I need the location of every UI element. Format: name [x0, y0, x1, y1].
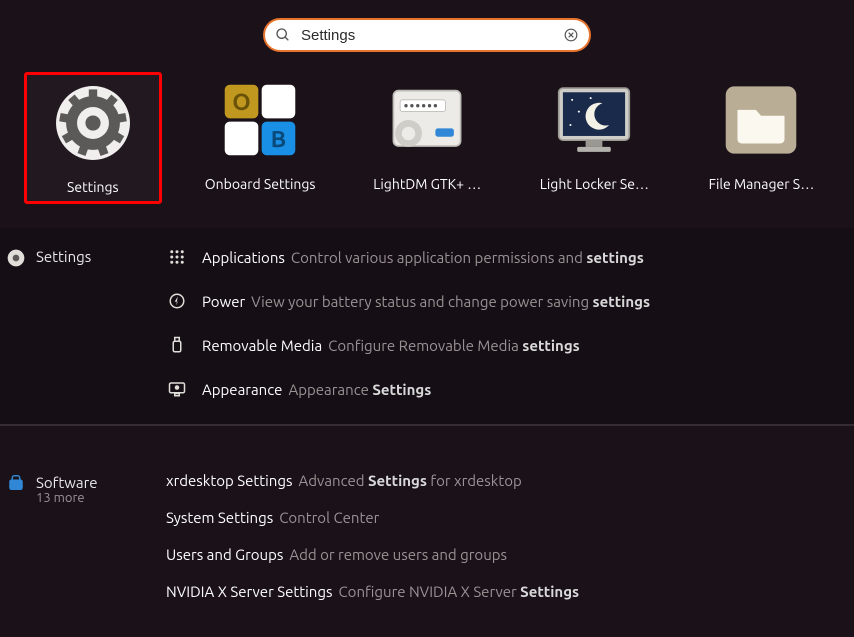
result-text: AppearanceAppearance Settings [202, 381, 431, 398]
result-system-settings[interactable]: System SettingsControl Center [166, 509, 854, 526]
app-label: Light Locker Se… [540, 176, 649, 192]
app-label: Settings [67, 179, 119, 195]
app-lightdm-gtk[interactable]: LightDM GTK+ … [359, 72, 496, 204]
result-power[interactable]: PowerView your battery status and change… [166, 290, 854, 312]
svg-text:O: O [232, 89, 251, 115]
grid-icon [166, 246, 188, 268]
result-text: Users and GroupsAdd or remove users and … [166, 546, 507, 563]
power-icon [166, 290, 188, 312]
settings-results: Settings ApplicationsControl various app… [0, 228, 854, 424]
result-text: Removable MediaConfigure Removable Media… [202, 337, 580, 354]
result-users-groups[interactable]: Users and GroupsAdd or remove users and … [166, 546, 854, 563]
svg-text:B: B [271, 126, 287, 152]
software-results: Software 13 more xrdesktop SettingsAdvan… [0, 426, 854, 620]
app-label: Onboard Settings [205, 176, 316, 192]
search-icon [275, 27, 291, 43]
app-file-manager-settings[interactable]: File Manager S… [693, 72, 830, 204]
result-appearance[interactable]: AppearanceAppearance Settings [166, 378, 854, 400]
section-title: Settings [36, 248, 91, 265]
clear-icon[interactable] [563, 27, 579, 43]
search-input[interactable] [301, 27, 553, 44]
app-label: File Manager S… [709, 176, 815, 192]
section-header-software[interactable]: Software 13 more [0, 472, 166, 600]
result-text: xrdesktop SettingsAdvanced Settings for … [166, 472, 522, 489]
usb-icon [166, 334, 188, 356]
result-text: System SettingsControl Center [166, 509, 379, 526]
app-light-locker[interactable]: Light Locker Se… [526, 72, 663, 204]
result-xrdesktop[interactable]: xrdesktop SettingsAdvanced Settings for … [166, 472, 854, 489]
result-applications[interactable]: ApplicationsControl various application … [166, 246, 854, 268]
folder-icon [719, 78, 803, 162]
section-subtitle: 13 more [36, 491, 98, 505]
login-settings-icon [385, 78, 469, 162]
search-bar[interactable] [263, 18, 591, 52]
app-onboard-settings[interactable]: O B Onboard Settings [192, 72, 329, 204]
app-settings[interactable]: Settings [24, 72, 162, 204]
gear-icon [51, 81, 135, 165]
gear-icon [6, 248, 26, 268]
result-removable-media[interactable]: Removable MediaConfigure Removable Media… [166, 334, 854, 356]
section-header-settings[interactable]: Settings [0, 246, 166, 400]
result-text: NVIDIA X Server SettingsConfigure NVIDIA… [166, 583, 579, 600]
screensaver-icon [552, 78, 636, 162]
section-title: Software [36, 474, 98, 491]
software-icon [6, 474, 26, 494]
result-text: PowerView your battery status and change… [202, 293, 650, 310]
app-grid: Settings O B Onboard Settings [0, 52, 854, 214]
onboard-icon: O B [218, 78, 302, 162]
app-label: LightDM GTK+ … [373, 176, 481, 192]
result-nvidia-settings[interactable]: NVIDIA X Server SettingsConfigure NVIDIA… [166, 583, 854, 600]
display-icon [166, 378, 188, 400]
result-text: ApplicationsControl various application … [202, 249, 644, 266]
